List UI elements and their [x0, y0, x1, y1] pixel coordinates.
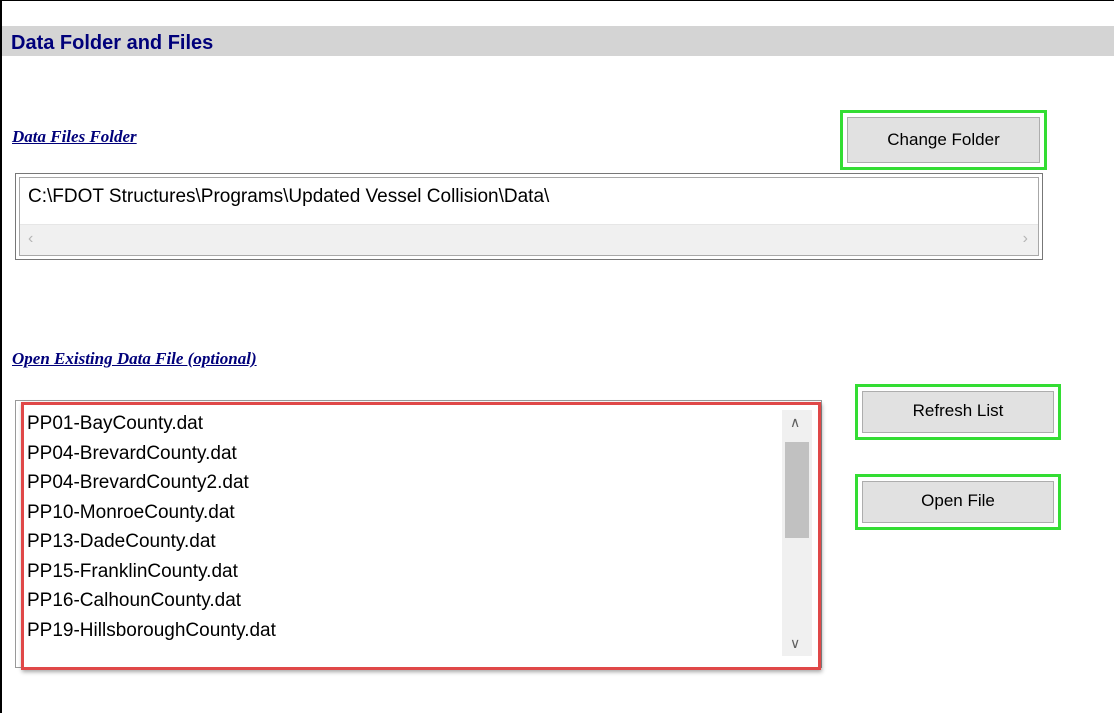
section-title: Data Folder and Files	[11, 32, 214, 54]
folder-path-text: C:\FDOT Structures\Programs\Updated Vess…	[28, 186, 550, 207]
change-folder-button[interactable]: Change Folder	[847, 117, 1040, 163]
folder-path-box: C:\FDOT Structures\Programs\Updated Vess…	[15, 173, 1043, 260]
section-header: Data Folder and Files	[2, 26, 1114, 56]
folder-path-field[interactable]: C:\FDOT Structures\Programs\Updated Vess…	[19, 177, 1039, 256]
chevron-left-icon[interactable]: ‹	[28, 230, 33, 248]
file-list-highlight	[21, 402, 821, 670]
refresh-list-highlight: Refresh List	[855, 384, 1061, 440]
change-folder-highlight: Change Folder	[840, 110, 1047, 170]
horizontal-scrollbar[interactable]: ‹ ›	[20, 224, 1038, 255]
refresh-list-button[interactable]: Refresh List	[862, 391, 1054, 433]
chevron-right-icon[interactable]: ›	[1023, 230, 1028, 248]
data-files-folder-label: Data Files Folder	[12, 127, 137, 146]
open-file-button[interactable]: Open File	[862, 481, 1054, 523]
open-existing-file-label: Open Existing Data File (optional)	[12, 349, 257, 368]
open-file-highlight: Open File	[855, 474, 1061, 530]
